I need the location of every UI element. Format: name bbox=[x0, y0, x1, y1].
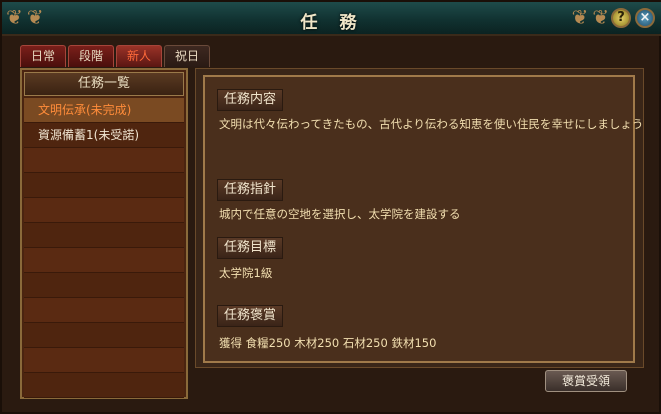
quest-list-empty-row bbox=[24, 148, 184, 173]
quest-list: 文明伝承(未完成) 資源備蓄1(未受諾) bbox=[22, 98, 186, 398]
tab-stage[interactable]: 段階 bbox=[68, 45, 114, 67]
claim-reward-button[interactable]: 褒賞受領 bbox=[545, 370, 627, 392]
quest-list-item-civilization[interactable]: 文明伝承(未完成) bbox=[24, 98, 184, 123]
quest-list-panel: 任務一覧 文明伝承(未完成) 資源備蓄1(未受諾) bbox=[20, 68, 188, 399]
content-label: 任務内容 bbox=[217, 89, 284, 111]
quest-list-empty-row bbox=[24, 298, 184, 323]
tab-daily[interactable]: 日常 bbox=[20, 45, 66, 67]
reward-text: 獲得 食糧250 木材250 石材250 鉄材150 bbox=[219, 336, 437, 350]
tab-holiday[interactable]: 祝日 bbox=[164, 45, 210, 67]
quest-list-empty-row bbox=[24, 173, 184, 198]
quest-list-empty-row bbox=[24, 248, 184, 273]
quest-window: ❦ ❦ 任 務 ❦ ❦ ? × 日常 段階 新人 祝日 任務一覧 文明伝承(未完成)… bbox=[0, 0, 661, 414]
quest-detail-box: 任務内容 文明は代々伝わってきたもの、古代より伝わる知恵を使い住民を幸せにしまし… bbox=[203, 75, 643, 363]
guide-label: 任務指針 bbox=[217, 179, 284, 201]
tab-newbie[interactable]: 新人 bbox=[116, 45, 162, 67]
quest-list-item-resource[interactable]: 資源備蓄1(未受諾) bbox=[24, 123, 184, 148]
quest-list-empty-row bbox=[24, 348, 184, 373]
quest-list-header: 任務一覧 bbox=[24, 72, 184, 96]
quest-list-empty-row bbox=[24, 273, 184, 298]
reward-label: 任務褒賞 bbox=[217, 305, 284, 327]
content-text: 文明は代々伝わってきたもの、古代より伝わる知恵を使い住民を幸せにしましょう bbox=[219, 117, 644, 131]
quest-list-empty-row bbox=[24, 223, 184, 248]
quest-list-empty-row bbox=[24, 198, 184, 223]
quest-list-empty-row bbox=[24, 373, 184, 398]
goal-text: 太学院1級 bbox=[219, 266, 273, 280]
close-button[interactable]: × bbox=[635, 8, 655, 28]
guide-text: 城内で任意の空地を選択し、太学院を建設する bbox=[219, 207, 461, 221]
goal-label: 任務目標 bbox=[217, 237, 284, 259]
quest-list-empty-row bbox=[24, 323, 184, 348]
quest-detail-panel: 任務内容 文明は代々伝わってきたもの、古代より伝わる知恵を使い住民を幸せにしまし… bbox=[195, 68, 644, 368]
title-bar[interactable]: ❦ ❦ 任 務 ❦ ❦ ? × bbox=[2, 2, 661, 36]
dragon-ornament-right-icon: ❦ ❦ bbox=[571, 5, 609, 29]
help-button[interactable]: ? bbox=[611, 8, 631, 28]
